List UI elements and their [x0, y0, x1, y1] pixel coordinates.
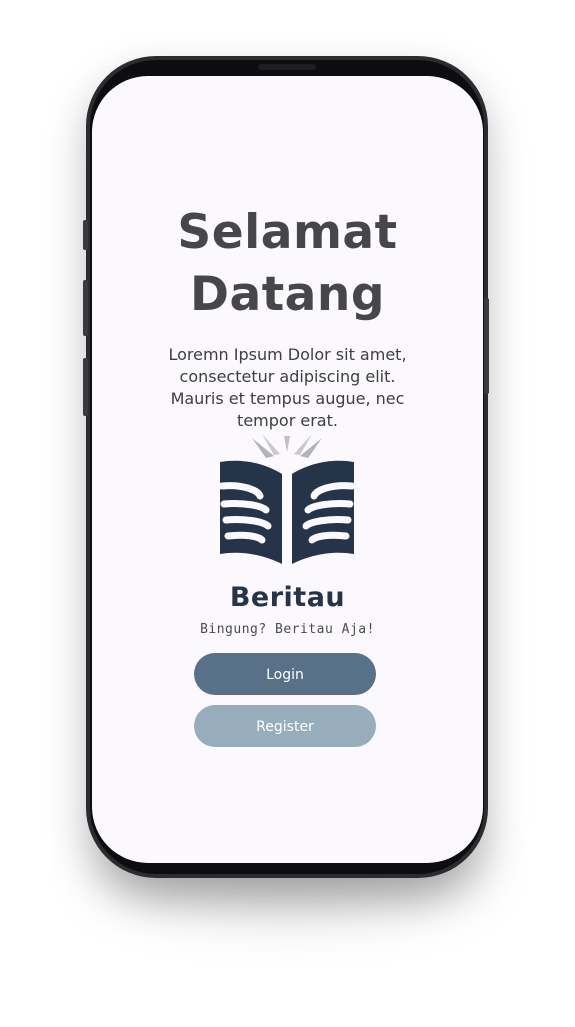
login-button[interactable]: Login [194, 653, 376, 695]
welcome-description: Loremn Ipsum Dolor sit amet, consectetur… [168, 345, 407, 430]
side-button-power [484, 298, 489, 394]
brand-name: Beritau [229, 582, 346, 613]
open-book-hands-icon [218, 434, 356, 566]
welcome-screen: Selamat Datang Loremn Ipsum Dolor sit am… [92, 76, 483, 863]
welcome-title: Selamat Datang [92, 202, 483, 326]
side-button-volume-up [83, 280, 88, 336]
welcome-title-line-1: Selamat [177, 205, 398, 260]
brand-tagline: Bingung? Beritau Aja! [200, 622, 375, 637]
side-button-volume-down [83, 358, 88, 416]
side-button-mute [83, 220, 88, 250]
speaker-slot [258, 64, 316, 70]
device-mockup: Selamat Datang Loremn Ipsum Dolor sit am… [0, 0, 575, 1027]
welcome-title-line-2: Datang [189, 267, 386, 322]
register-button[interactable]: Register [194, 705, 376, 747]
